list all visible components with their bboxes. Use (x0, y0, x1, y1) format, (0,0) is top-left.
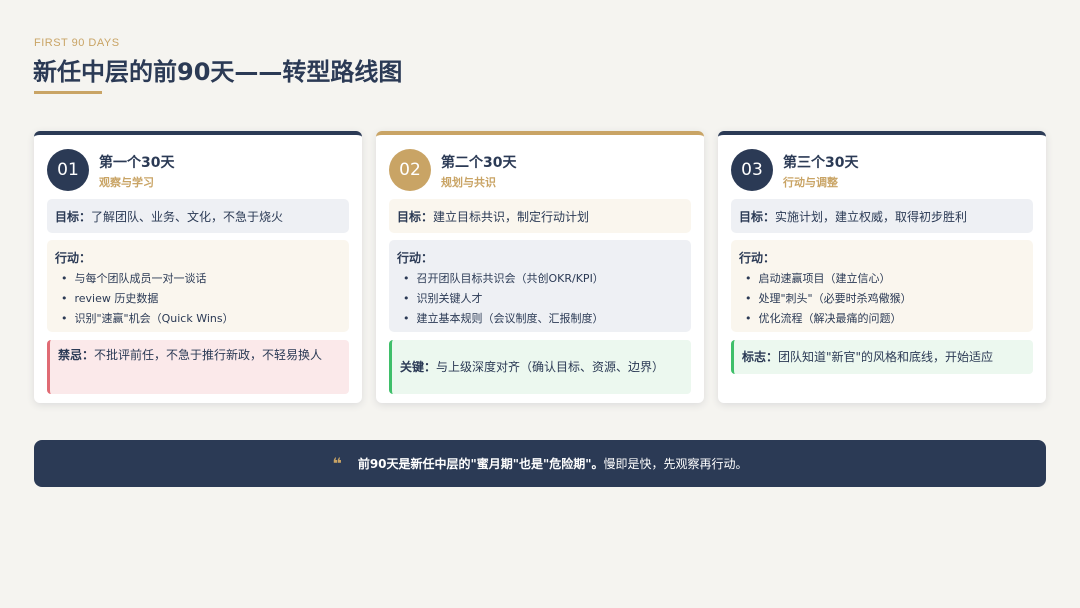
goal-box: 目标： 了解团队、业务、文化，不急于烧火 (47, 199, 349, 233)
actions-box: 行动： 启动速赢项目（建立信心） 处理"刺头"（必要时杀鸡儆猴） 优化流程（解决… (731, 240, 1033, 332)
action-item: 处理"刺头"（必要时杀鸡儆猴） (739, 289, 1025, 309)
quote-strong: 前90天是新任中层的"蜜月期"也是"危险期"。 (357, 457, 604, 471)
action-item: 启动速赢项目（建立信心） (739, 269, 1025, 289)
eyebrow: FIRST 90 DAYS (34, 37, 120, 49)
key-note: 关键： 与上级深度对齐（确认目标、资源、边界） (389, 340, 691, 394)
milestone-note: 标志： 团队知道"新官"的风格和底线，开始适应 (731, 340, 1033, 374)
phase-number-badge: 02 (389, 149, 431, 191)
phase-subtitle: 观察与学习 (99, 176, 154, 189)
action-item: review 历史数据 (55, 289, 341, 309)
actions-label: 行动： (397, 251, 434, 265)
goal-label: 目标： (739, 209, 776, 224)
actions-label: 行动： (739, 251, 776, 265)
goal-text: 实施计划，建立权威，取得初步胜利 (775, 209, 968, 224)
quote-banner: ❝ 前90天是新任中层的"蜜月期"也是"危险期"。 慢即是快，先观察再行动。 (34, 440, 1046, 487)
phase-card-1: 01 第一个30天 观察与学习 目标： 了解团队、业务、文化，不急于烧火 行动：… (34, 131, 362, 403)
phase-number-badge: 03 (731, 149, 773, 191)
quote-rest: 慢即是快，先观察再行动。 (603, 457, 748, 471)
action-item: 识别关键人才 (397, 289, 683, 309)
page-title: 新任中层的前90天——转型路线图 (33, 58, 403, 86)
title-underline (34, 91, 102, 94)
phase-card-2: 02 第二个30天 规划与共识 目标： 建立目标共识，制定行动计划 行动： 召开… (376, 131, 704, 403)
goal-box: 目标： 实施计划，建立权威，取得初步胜利 (731, 199, 1033, 233)
action-item: 召开团队目标共识会（共创OKR/KPI） (397, 269, 683, 289)
note-label: 禁忌： (58, 348, 95, 362)
goal-label: 目标： (397, 209, 434, 224)
phase-title: 第三个30天 (783, 155, 859, 171)
goal-label: 目标： (55, 209, 92, 224)
phase-title: 第一个30天 (99, 155, 175, 171)
actions-label: 行动： (55, 251, 92, 265)
phase-card-3: 03 第三个30天 行动与调整 目标： 实施计划，建立权威，取得初步胜利 行动：… (718, 131, 1046, 403)
note-text: 团队知道"新官"的风格和底线，开始适应 (778, 350, 994, 364)
action-item: 优化流程（解决最痛的问题） (739, 309, 1025, 329)
actions-box: 行动： 召开团队目标共识会（共创OKR/KPI） 识别关键人才 建立基本规则（会… (389, 240, 691, 332)
note-text: 不批评前任，不急于推行新政，不轻易换人 (94, 348, 323, 362)
goal-box: 目标： 建立目标共识，制定行动计划 (389, 199, 691, 233)
phase-number-badge: 01 (47, 149, 89, 191)
note-label: 标志： (742, 350, 779, 364)
actions-box: 行动： 与每个团队成员一对一谈话 review 历史数据 识别"速赢"机会（Qu… (47, 240, 349, 332)
phase-subtitle: 规划与共识 (441, 176, 496, 189)
goal-text: 了解团队、业务、文化，不急于烧火 (91, 209, 284, 224)
action-item: 与每个团队成员一对一谈话 (55, 269, 341, 289)
note-text: 与上级深度对齐（确认目标、资源、边界） (436, 360, 665, 374)
goal-text: 建立目标共识，制定行动计划 (433, 209, 590, 224)
action-item: 建立基本规则（会议制度、汇报制度） (397, 309, 683, 329)
taboo-note: 禁忌：不批评前任，不急于推行新政，不轻易换人 (47, 340, 349, 394)
note-label: 关键： (400, 360, 437, 374)
quote-icon: ❝ (332, 454, 342, 473)
phase-title: 第二个30天 (441, 155, 517, 171)
action-item: 识别"速赢"机会（Quick Wins） (55, 309, 341, 329)
phase-subtitle: 行动与调整 (783, 176, 838, 189)
